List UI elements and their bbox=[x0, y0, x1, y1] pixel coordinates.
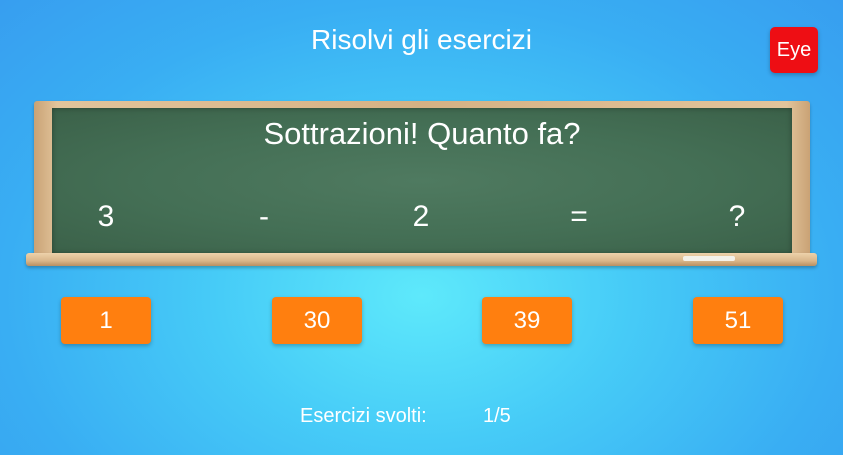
answer-button-3[interactable]: 39 bbox=[482, 297, 572, 344]
progress-value: 1/5 bbox=[483, 405, 511, 427]
eye-button[interactable]: Eye bbox=[770, 27, 818, 73]
page-title: Risolvi gli esercizi bbox=[311, 24, 532, 55]
exercise-question: Sottrazioni! Quanto fa? bbox=[263, 116, 581, 151]
answer-button-2[interactable]: 30 bbox=[272, 297, 362, 344]
equals-symbol: = bbox=[570, 200, 588, 233]
result-placeholder: ? bbox=[728, 200, 746, 233]
progress-label: Esercizi svolti: bbox=[300, 405, 427, 427]
answer-button-4[interactable]: 51 bbox=[693, 297, 783, 344]
operator-symbol: - bbox=[259, 200, 269, 233]
operand-1: 3 bbox=[97, 200, 115, 233]
chalk-stick bbox=[683, 256, 735, 261]
operand-2: 2 bbox=[412, 200, 430, 233]
answer-button-1[interactable]: 1 bbox=[61, 297, 151, 344]
